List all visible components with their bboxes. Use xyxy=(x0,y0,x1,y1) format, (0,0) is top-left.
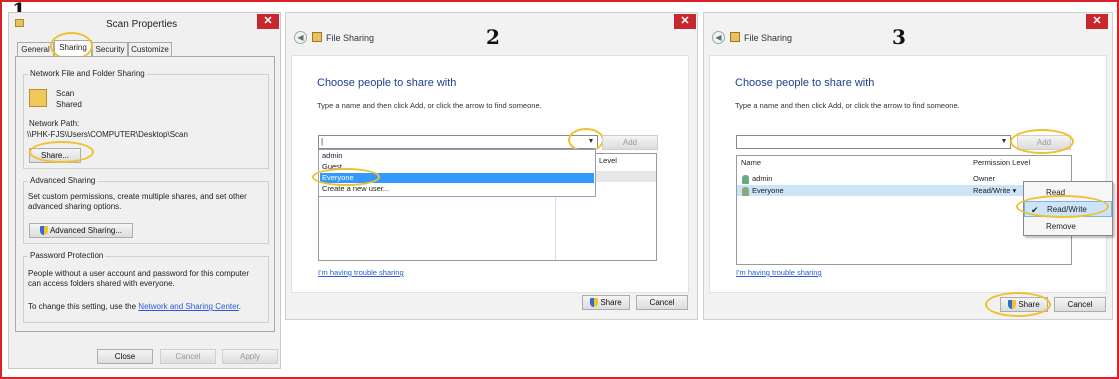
highlight-everyone-item xyxy=(312,168,380,186)
share-button-label: Share xyxy=(600,298,622,307)
shield-icon xyxy=(590,298,599,308)
folder-icon xyxy=(15,19,24,27)
file-sharing-icon xyxy=(312,32,322,42)
column-header-level: Level xyxy=(599,156,617,165)
close-icon[interactable]: ✕ xyxy=(674,14,696,29)
highlight-share-button xyxy=(29,141,94,163)
name-input[interactable]: ▼ xyxy=(736,135,1011,149)
password-change-suffix: . xyxy=(238,302,242,311)
advanced-sharing-button-label: Advanced Sharing... xyxy=(49,226,123,235)
share-button[interactable]: Share xyxy=(582,295,630,310)
cancel-button[interactable]: Cancel xyxy=(1054,297,1106,312)
shared-folder-icon xyxy=(29,89,47,107)
advanced-sharing-group: Advanced Sharing Set custom permissions,… xyxy=(23,176,269,244)
table-row[interactable]: admin Owner xyxy=(737,173,1071,184)
sharing-content: Choose people to share with Type a name … xyxy=(709,55,1113,293)
password-change-text: To change this setting, use the Network … xyxy=(28,302,241,311)
file-sharing-icon xyxy=(730,32,740,42)
trouble-sharing-link[interactable]: I'm having trouble sharing xyxy=(736,268,822,277)
instruction-text: Type a name and then click Add, or click… xyxy=(317,101,542,110)
network-path-value: \\PHK-FJS\Users\COMPUTER\Desktop\Scan xyxy=(27,130,188,139)
file-sharing-dialog-step2: ✕ 2 ◀ File Sharing Choose people to shar… xyxy=(285,12,698,320)
instruction-text: Type a name and then click Add, or click… xyxy=(735,101,960,110)
password-description: People without a user account and passwo… xyxy=(28,269,250,288)
highlight-add-button xyxy=(1010,129,1074,154)
add-button[interactable]: Add xyxy=(602,135,658,150)
close-icon[interactable]: ✕ xyxy=(1086,14,1108,29)
menu-item-remove[interactable]: Remove xyxy=(1024,219,1112,235)
folder-state: Shared xyxy=(56,100,82,109)
name-input[interactable]: | ▼ xyxy=(318,135,598,149)
highlight-share-button xyxy=(985,292,1051,317)
advanced-sharing-heading: Advanced Sharing xyxy=(28,176,98,185)
advanced-sharing-description: Set custom permissions, create multiple … xyxy=(28,192,247,211)
sharing-content: Choose people to share with Type a name … xyxy=(291,55,689,293)
shield-icon xyxy=(39,226,48,236)
close-icon[interactable]: ✕ xyxy=(257,14,279,29)
scan-properties-dialog: Scan Properties ✕ General Sharing Securi… xyxy=(8,12,281,369)
row-name: Everyone xyxy=(752,186,784,195)
row-name: admin xyxy=(752,174,773,183)
network-sharing-heading: Network File and Folder Sharing xyxy=(28,69,147,78)
tab-security[interactable]: Security xyxy=(92,42,128,56)
group-icon xyxy=(742,186,749,196)
user-icon xyxy=(742,174,749,184)
trouble-sharing-link[interactable]: I'm having trouble sharing xyxy=(318,268,404,277)
back-arrow-icon[interactable]: ◀ xyxy=(712,31,725,44)
close-button[interactable]: Close xyxy=(97,349,153,364)
step-number-2: 2 xyxy=(486,25,500,49)
dropdown-item-create-user[interactable]: Create a new user... xyxy=(320,184,594,194)
column-header-name: Name xyxy=(741,158,762,167)
advanced-sharing-button[interactable]: Advanced Sharing... xyxy=(29,223,133,238)
name-input-value: | xyxy=(321,137,324,146)
password-protection-group: Password Protection People without a use… xyxy=(23,251,269,323)
table-row[interactable]: Everyone Read/Write ▾ xyxy=(737,185,1071,196)
tab-customize[interactable]: Customize xyxy=(128,42,172,56)
title-bar: Scan Properties ✕ xyxy=(9,13,280,35)
network-sharing-center-link[interactable]: Network and Sharing Center xyxy=(138,302,239,311)
row-permission-dropdown[interactable]: Read/Write ▾ xyxy=(973,185,1016,196)
choose-people-heading: Choose people to share with xyxy=(317,77,457,89)
folder-name: Scan xyxy=(56,89,75,98)
dropdown-item-admin[interactable]: admin xyxy=(320,151,594,161)
step-number-3: 3 xyxy=(892,25,906,49)
password-change-prefix: To change this setting, use the xyxy=(28,302,139,311)
network-path-label: Network Path: xyxy=(29,119,80,128)
choose-people-heading: Choose people to share with xyxy=(735,77,875,89)
window-title: File Sharing xyxy=(744,33,793,43)
file-sharing-dialog-step3: ✕ 3 ◀ File Sharing Choose people to shar… xyxy=(703,12,1113,320)
chevron-down-icon[interactable]: ▼ xyxy=(998,136,1010,148)
tab-general[interactable]: General xyxy=(17,42,54,56)
row-permission: Owner xyxy=(973,174,996,183)
window-title: Scan Properties xyxy=(106,19,178,30)
window-title: File Sharing xyxy=(326,33,375,43)
cancel-button[interactable]: Cancel xyxy=(160,349,216,364)
highlight-read-write xyxy=(1016,195,1109,218)
tab-page: Network File and Folder Sharing Scan Sha… xyxy=(15,56,275,332)
back-arrow-icon[interactable]: ◀ xyxy=(294,31,307,44)
column-header-permission: Permission Level xyxy=(973,158,1031,167)
cancel-button[interactable]: Cancel xyxy=(636,295,688,310)
apply-button[interactable]: Apply xyxy=(222,349,278,364)
password-protection-heading: Password Protection xyxy=(28,251,106,260)
